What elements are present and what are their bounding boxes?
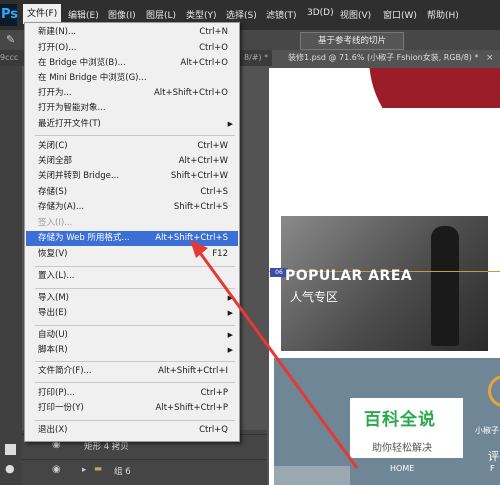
- photoshop-logo: Ps: [0, 4, 18, 26]
- menu-item-file-info[interactable]: 文件简介(F)... Alt+Shift+Ctrl+I: [26, 364, 238, 379]
- menu-item-new[interactable]: 新建(N)... Ctrl+N: [26, 25, 238, 40]
- menu-file[interactable]: 文件(F): [23, 4, 62, 24]
- menu-type[interactable]: 类型(Y): [186, 8, 217, 21]
- brand-text: 小椒子: [475, 426, 499, 435]
- menu-separator: [35, 361, 235, 362]
- red-fan-graphic: [369, 68, 500, 108]
- menu-item-print-one-copy[interactable]: 打印一份(Y) Alt+Shift+Ctrl+P: [26, 401, 238, 416]
- popular-area-heading: POPULAR AREA: [285, 268, 413, 284]
- menu-item-recent-files[interactable]: 最近打开文件(T) ▶: [26, 117, 238, 132]
- footer-block: [274, 466, 350, 485]
- menu-separator: [35, 288, 235, 289]
- menu-item-browse-bridge[interactable]: 在 Bridge 中浏览(B)... Alt+Ctrl+O: [26, 56, 238, 71]
- menu-item-automate[interactable]: 自动(U) ▶: [26, 328, 238, 343]
- menu-item-save-for-web[interactable]: 存储为 Web 所用格式... Alt+Shift+Ctrl+S: [26, 231, 238, 246]
- layer-group-row[interactable]: ◉ ▸ ▬ 组 6: [22, 459, 267, 480]
- document-tab-active[interactable]: 装修1.psd @ 71.6% (小椒子 Fshion女装, RGB/8) *: [272, 50, 500, 66]
- close-tab-icon[interactable]: ×: [486, 50, 494, 66]
- watermark-title: 百科全说: [364, 410, 436, 430]
- layer-group-name: 组 6: [114, 467, 131, 477]
- drop-tool-icon[interactable]: ●: [5, 462, 15, 475]
- menu-item-place[interactable]: 置入(L)...: [26, 269, 238, 284]
- menu-item-save-as[interactable]: 存储为(A)... Shift+Ctrl+S: [26, 200, 238, 215]
- folder-icon: ▬: [94, 464, 103, 474]
- menu-item-scripts[interactable]: 脚本(R) ▶: [26, 343, 238, 358]
- slice-tool-icon[interactable]: ✎: [6, 33, 15, 46]
- document-tab-middle[interactable]: 8/#) *: [244, 51, 268, 65]
- menu-item-exit[interactable]: 退出(X) Ctrl+Q: [26, 423, 238, 438]
- menu-item-check-in: 签入(I)...: [38, 218, 73, 228]
- menu-view[interactable]: 视图(V): [340, 8, 371, 21]
- slices-from-guides-button[interactable]: 基于参考线的切片: [300, 32, 404, 50]
- tool-panel: [0, 66, 22, 485]
- popular-area-chinese: 人气专区: [290, 290, 339, 304]
- menu-edit[interactable]: 编辑(E): [68, 8, 99, 21]
- menu-item-revert[interactable]: 恢复(V) F12: [26, 247, 238, 262]
- menu-separator: [35, 266, 235, 267]
- menu-image[interactable]: 图像(I): [108, 8, 136, 21]
- menu-separator: [35, 382, 235, 383]
- expand-arrow-icon[interactable]: ▸: [82, 465, 86, 475]
- menu-item-close[interactable]: 关闭(C) Ctrl+W: [26, 139, 238, 154]
- watermark-subtitle: 助你轻松解决: [372, 443, 432, 454]
- menu-help[interactable]: 帮助(H): [427, 8, 459, 21]
- home-label: HOME: [390, 464, 415, 473]
- submenu-arrow-icon: ▶: [227, 309, 233, 317]
- menu-separator: [35, 325, 235, 326]
- model-figure: [431, 226, 459, 346]
- menu-separator: [35, 420, 235, 421]
- menu-item-open[interactable]: 打开(O)... Ctrl+O: [26, 41, 238, 56]
- menu-select[interactable]: 选择(S): [226, 8, 257, 21]
- file-menu-dropdown: 新建(N)... Ctrl+N 打开(O)... Ctrl+O 在 Bridge 中…: [24, 22, 240, 442]
- menu-3d[interactable]: 3D(D): [307, 8, 334, 18]
- submenu-arrow-icon: ▶: [227, 346, 233, 354]
- watermark: 百科全说 助你轻松解决: [350, 398, 463, 458]
- menu-item-close-all[interactable]: 关闭全部 Alt+Ctrl+W: [26, 154, 238, 169]
- submenu-arrow-icon: ▶: [227, 294, 233, 302]
- submenu-arrow-icon: ▶: [227, 120, 233, 128]
- menu-item-save[interactable]: 存储(S) Ctrl+S: [26, 185, 238, 200]
- submenu-arrow-icon: ▶: [227, 331, 233, 339]
- menu-item-print[interactable]: 打印(P)... Ctrl+P: [26, 386, 238, 401]
- rectangle-tool-icon[interactable]: [5, 444, 16, 455]
- menu-layer[interactable]: 图层(L): [146, 8, 176, 21]
- menu-filter[interactable]: 滤镜(T): [266, 8, 297, 21]
- menu-item-import[interactable]: 导入(M) ▶: [26, 291, 238, 306]
- menu-item-open-as[interactable]: 打开为... Alt+Shift+Ctrl+O: [26, 86, 238, 101]
- menu-window[interactable]: 窗口(W): [383, 8, 417, 21]
- menu-item-export[interactable]: 导出(E) ▶: [26, 306, 238, 321]
- footer-letter: F: [490, 464, 495, 473]
- menu-item-open-smart-object[interactable]: 打开为智能对象...: [26, 101, 238, 116]
- menu-separator: [35, 135, 235, 136]
- rating-text: 评: [488, 450, 499, 463]
- visibility-eye-icon[interactable]: ◉: [52, 464, 61, 475]
- menu-item-close-go-bridge[interactable]: 关闭并转到 Bridge... Shift+Ctrl+W: [26, 169, 238, 184]
- menu-item-browse-mini-bridge[interactable]: 在 Mini Bridge 中浏览(G)...: [26, 71, 238, 86]
- document-tab-left[interactable]: 9ccc: [0, 51, 22, 65]
